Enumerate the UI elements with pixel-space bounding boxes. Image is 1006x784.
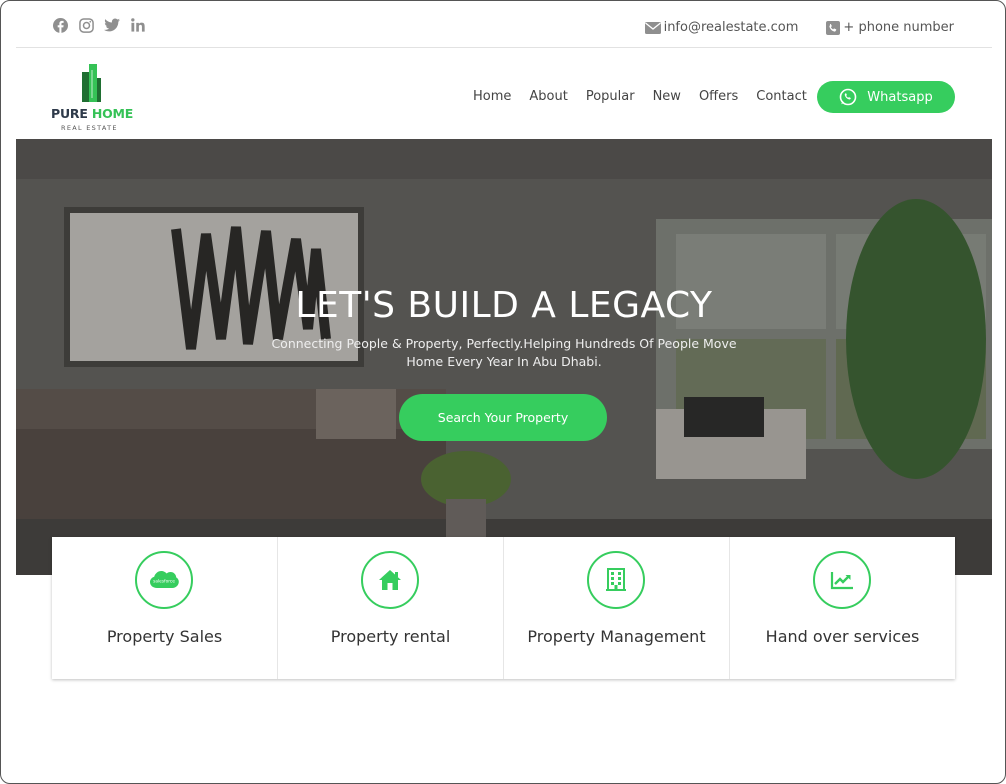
hero-banner: LET'S BUILD A LEGACY Connecting People &… bbox=[16, 139, 992, 575]
contact-info: info@realestate.com + phone number bbox=[644, 20, 954, 35]
whatsapp-label: Whatsapp bbox=[867, 89, 933, 105]
whatsapp-button[interactable]: Whatsapp bbox=[817, 81, 955, 113]
email-link[interactable]: info@realestate.com bbox=[644, 20, 799, 35]
service-label: Property Sales bbox=[106, 627, 223, 646]
nav-menu: Home About Popular New Offers Contact bbox=[473, 89, 807, 104]
logo[interactable]: PURE HOME REAL ESTATE bbox=[51, 62, 134, 134]
service-label: Hand over services bbox=[765, 627, 920, 646]
home-icon bbox=[360, 551, 419, 609]
hero-subtitle: Connecting People & Property, Perfectly.… bbox=[271, 336, 737, 369]
hero-title: LET'S BUILD A LEGACY bbox=[295, 285, 713, 326]
whatsapp-icon bbox=[839, 88, 857, 106]
salesforce-icon: salesforce bbox=[134, 551, 193, 609]
chart-line-icon bbox=[812, 551, 871, 609]
instagram-icon[interactable] bbox=[78, 17, 94, 33]
service-card-management[interactable]: Property Management bbox=[504, 537, 730, 679]
nav-contact[interactable]: Contact bbox=[756, 89, 807, 104]
facebook-icon[interactable] bbox=[52, 17, 68, 33]
svg-text:salesforce: salesforce bbox=[153, 579, 175, 585]
building-logo-icon bbox=[82, 64, 101, 102]
service-label: Property rental bbox=[330, 627, 451, 646]
service-card-sales[interactable]: salesforce Property Sales bbox=[52, 537, 278, 679]
top-bar: info@realestate.com + phone number bbox=[16, 1, 992, 48]
email-text: info@realestate.com bbox=[663, 20, 799, 35]
service-label: Property Management bbox=[527, 627, 706, 646]
phone-link[interactable]: + phone number bbox=[826, 20, 954, 35]
nav-about[interactable]: About bbox=[529, 89, 567, 104]
search-property-button[interactable]: Search Your Property bbox=[399, 394, 607, 441]
envelope-icon bbox=[644, 21, 661, 34]
logo-brand: PURE HOME bbox=[51, 106, 134, 121]
service-card-rental[interactable]: Property rental bbox=[278, 537, 504, 679]
logo-tagline: REAL ESTATE bbox=[61, 124, 118, 132]
services-bar: salesforce Property Sales Property renta… bbox=[52, 537, 955, 679]
nav-home[interactable]: Home bbox=[473, 89, 511, 104]
social-links bbox=[52, 17, 146, 33]
phone-icon bbox=[826, 20, 841, 35]
nav-offers[interactable]: Offers bbox=[699, 89, 738, 104]
linkedin-icon[interactable] bbox=[130, 17, 146, 33]
nav-popular[interactable]: Popular bbox=[586, 89, 635, 104]
phone-text: + phone number bbox=[843, 20, 954, 35]
nav-new[interactable]: New bbox=[653, 89, 681, 104]
main-navbar: PURE HOME REAL ESTATE Home About Popular… bbox=[16, 48, 992, 139]
building-icon bbox=[586, 551, 645, 609]
page-frame: info@realestate.com + phone number PURE … bbox=[0, 0, 1006, 784]
twitter-icon[interactable] bbox=[104, 17, 120, 33]
service-card-handover[interactable]: Hand over services bbox=[730, 537, 955, 679]
